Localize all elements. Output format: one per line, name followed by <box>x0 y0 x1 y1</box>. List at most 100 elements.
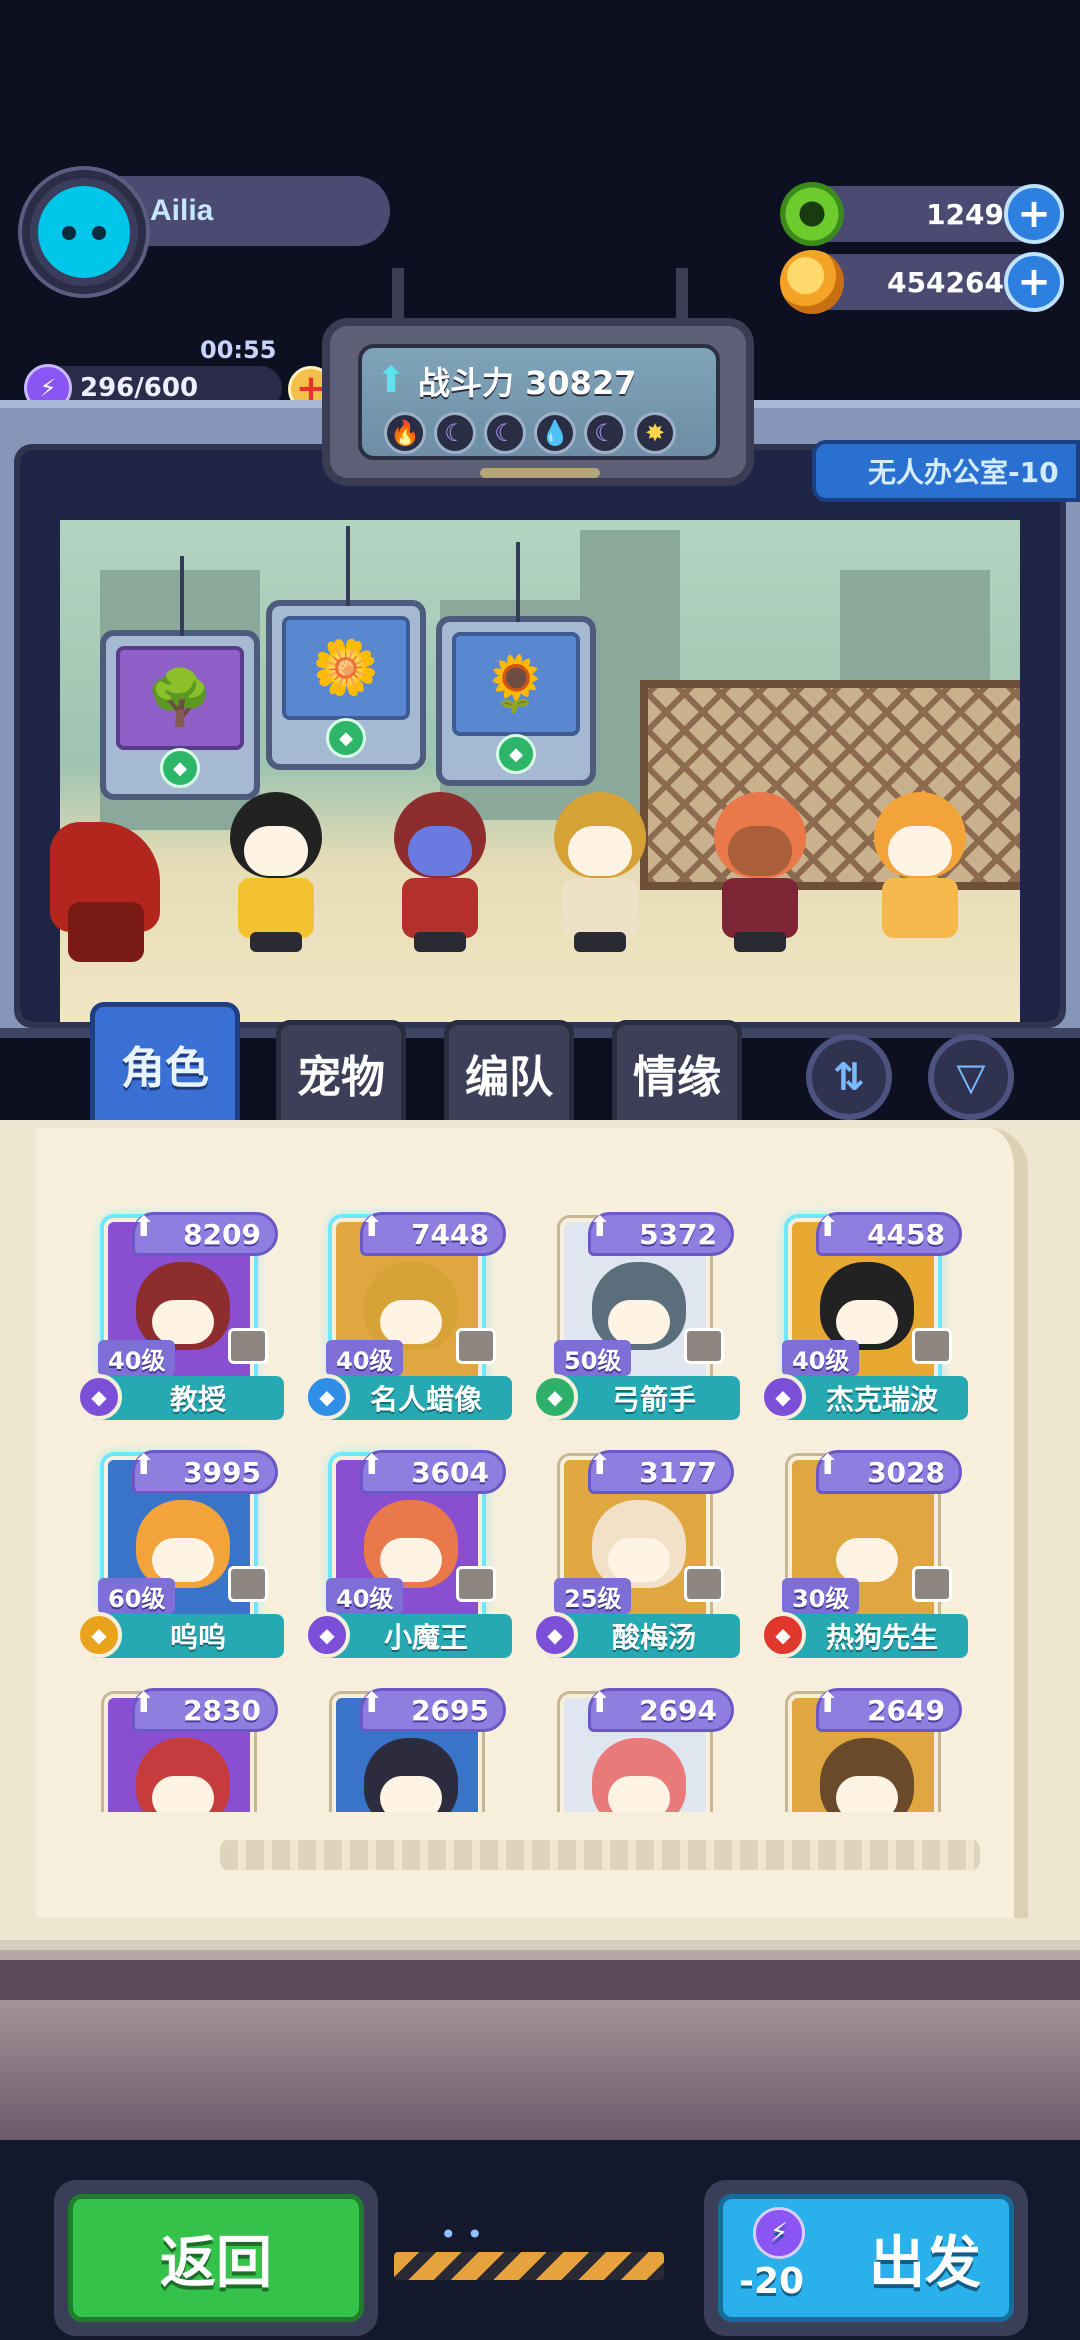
character-level: 40级 <box>326 1340 404 1376</box>
player-name: Ailia <box>150 194 214 227</box>
outfit-icon[interactable] <box>456 1328 496 1364</box>
gem-count: 1249 <box>926 197 1004 231</box>
gem-icon <box>780 182 844 246</box>
depart-energy-cost: -20 <box>739 2261 805 2302</box>
moon-element-icon: ☾ <box>434 412 476 454</box>
flower-bush-icon: 🌼 <box>282 616 410 720</box>
power-icon: ⬆ <box>360 1686 384 1719</box>
energy-value: 296/600 <box>80 373 199 403</box>
gem-currency: 1249 + <box>780 182 1064 246</box>
pet-slot-2[interactable]: 🌼 ◆ <box>266 526 426 770</box>
power-icon: ⬆ <box>816 1448 840 1481</box>
lightning-icon: ⚡ <box>753 2207 805 2259</box>
character-level: 60级 <box>98 1578 176 1614</box>
tab-pets[interactable]: 宠物 <box>276 1020 406 1120</box>
character-card[interactable]: 3604 ⬆ 40级 小魔王 ◆ <box>302 1438 512 1658</box>
gold-coin-icon <box>780 250 844 314</box>
back-button-label: 返回 <box>68 2194 364 2322</box>
element-row: 🔥 ☾ ☾ 💧 ☾ ✸ <box>384 412 676 454</box>
character-level: 25级 <box>554 1578 632 1614</box>
outfit-icon[interactable] <box>456 1566 496 1602</box>
sun-element-icon: ✸ <box>634 412 676 454</box>
character-class-icon: ◆ <box>532 1374 578 1420</box>
back-button[interactable]: 返回 <box>54 2180 378 2336</box>
add-gold-button[interactable]: + <box>1004 252 1064 312</box>
power-icon: ⬆ <box>132 1448 156 1481</box>
pet-rank-icon: ◆ <box>326 718 366 758</box>
character-card[interactable]: 3995 ⬆ 60级 呜呜 ◆ <box>74 1438 284 1658</box>
character-class-icon: ◆ <box>760 1374 806 1420</box>
stage-hero-professor[interactable] <box>380 792 500 952</box>
power-icon: ⬆ <box>588 1210 612 1243</box>
power-icon: ⬆ <box>132 1686 156 1719</box>
character-card[interactable]: 2649 ⬆ <box>758 1676 968 1812</box>
outfit-icon[interactable] <box>228 1328 268 1364</box>
outfit-icon[interactable] <box>684 1566 724 1602</box>
page-dots: •• <box>440 2218 494 2251</box>
player-name-plate: Ailia <box>120 176 390 246</box>
stage-hero-wuwu[interactable] <box>860 792 980 952</box>
character-card[interactable]: 5372 ⬆ 50级 弓箭手 ◆ <box>530 1200 740 1420</box>
blurred-hint-text <box>220 1840 980 1870</box>
power-icon: ⬆ <box>816 1210 840 1243</box>
tab-formation[interactable]: 编队 <box>444 1020 574 1120</box>
outfit-icon[interactable] <box>912 1328 952 1364</box>
character-level: 40级 <box>326 1578 404 1614</box>
stage-hero-jack[interactable] <box>216 792 336 952</box>
depart-button[interactable]: ⚡ -20 出发 <box>704 2180 1028 2336</box>
character-card[interactable]: 3177 ⬆ 25级 酸梅汤 ◆ <box>530 1438 740 1658</box>
character-grid[interactable]: 8209 ⬆ 40级 教授 ◆ 7448 ⬆ 40级 名人蜡像 ◆ 5372 ⬆ 50级 弓箭手 ◆ 4458… <box>74 1200 1004 1812</box>
character-card[interactable]: 2694 ⬆ <box>530 1676 740 1812</box>
stage-hero-little-demon[interactable] <box>700 792 820 952</box>
outfit-icon[interactable] <box>912 1566 952 1602</box>
character-card[interactable]: 7448 ⬆ 40级 名人蜡像 ◆ <box>302 1200 512 1420</box>
sort-button[interactable]: ⇅ <box>806 1034 892 1120</box>
water-element-icon: 💧 <box>534 412 576 454</box>
stage-hero-lava-monster[interactable] <box>46 792 166 962</box>
outfit-icon[interactable] <box>228 1566 268 1602</box>
stage-room-label[interactable]: 无人办公室-10 <box>812 440 1080 502</box>
character-card[interactable]: 4458 ⬆ 40级 杰克瑞波 ◆ <box>758 1200 968 1420</box>
power-icon: ⬆ <box>588 1686 612 1719</box>
power-icon: ⬆ <box>376 360 407 401</box>
character-card[interactable]: 2695 ⬆ <box>302 1676 512 1812</box>
pet-slot-1[interactable]: 🌳 ◆ <box>100 556 260 800</box>
character-card[interactable]: 8209 ⬆ 40级 教授 ◆ <box>74 1200 284 1420</box>
cat-avatar-icon <box>38 186 130 278</box>
fire-element-icon: 🔥 <box>384 412 426 454</box>
character-level: 40级 <box>98 1340 176 1376</box>
pet-rank-icon: ◆ <box>160 748 200 788</box>
character-class-icon: ◆ <box>532 1612 578 1658</box>
character-class-icon: ◆ <box>760 1612 806 1658</box>
power-icon: ⬆ <box>588 1448 612 1481</box>
yellow-flower-icon: 🌻 <box>452 632 580 736</box>
character-class-icon: ◆ <box>76 1612 122 1658</box>
power-icon: ⬆ <box>816 1686 840 1719</box>
depart-button-label: 出发 <box>869 2230 981 2296</box>
moon-element-icon: ☾ <box>584 412 626 454</box>
tab-bonds[interactable]: 情缘 <box>612 1020 742 1120</box>
power-icon: ⬆ <box>360 1448 384 1481</box>
tree-icon: 🌳 <box>116 646 244 750</box>
pet-slot-3[interactable]: 🌻 ◆ <box>436 542 596 786</box>
outfit-icon[interactable] <box>684 1328 724 1364</box>
filter-button[interactable]: ▽ <box>928 1034 1014 1120</box>
player-avatar[interactable] <box>22 170 146 294</box>
character-class-icon: ◆ <box>76 1374 122 1420</box>
power-icon: ⬆ <box>360 1210 384 1243</box>
power-icon: ⬆ <box>132 1210 156 1243</box>
character-card[interactable]: 2830 ⬆ <box>74 1676 284 1812</box>
gold-currency: 454264 + <box>780 250 1064 314</box>
add-gem-button[interactable]: + <box>1004 184 1064 244</box>
tab-characters[interactable]: 角色 <box>90 1002 240 1120</box>
character-class-icon: ◆ <box>304 1612 350 1658</box>
character-level: 30级 <box>782 1578 860 1614</box>
hazard-stripe <box>394 2252 664 2280</box>
sort-icon: ⇅ <box>833 1055 865 1099</box>
stage-hero-wax-figure[interactable] <box>540 792 660 952</box>
character-card[interactable]: 3028 ⬆ 30级 热狗先生 ◆ <box>758 1438 968 1658</box>
energy-timer: 00:55 <box>200 336 277 364</box>
pet-rank-icon: ◆ <box>496 734 536 774</box>
character-level: 50级 <box>554 1340 632 1376</box>
combat-power-panel: ⬆ 战斗力 30827 🔥 ☾ ☾ 💧 ☾ ✸ <box>322 318 754 486</box>
